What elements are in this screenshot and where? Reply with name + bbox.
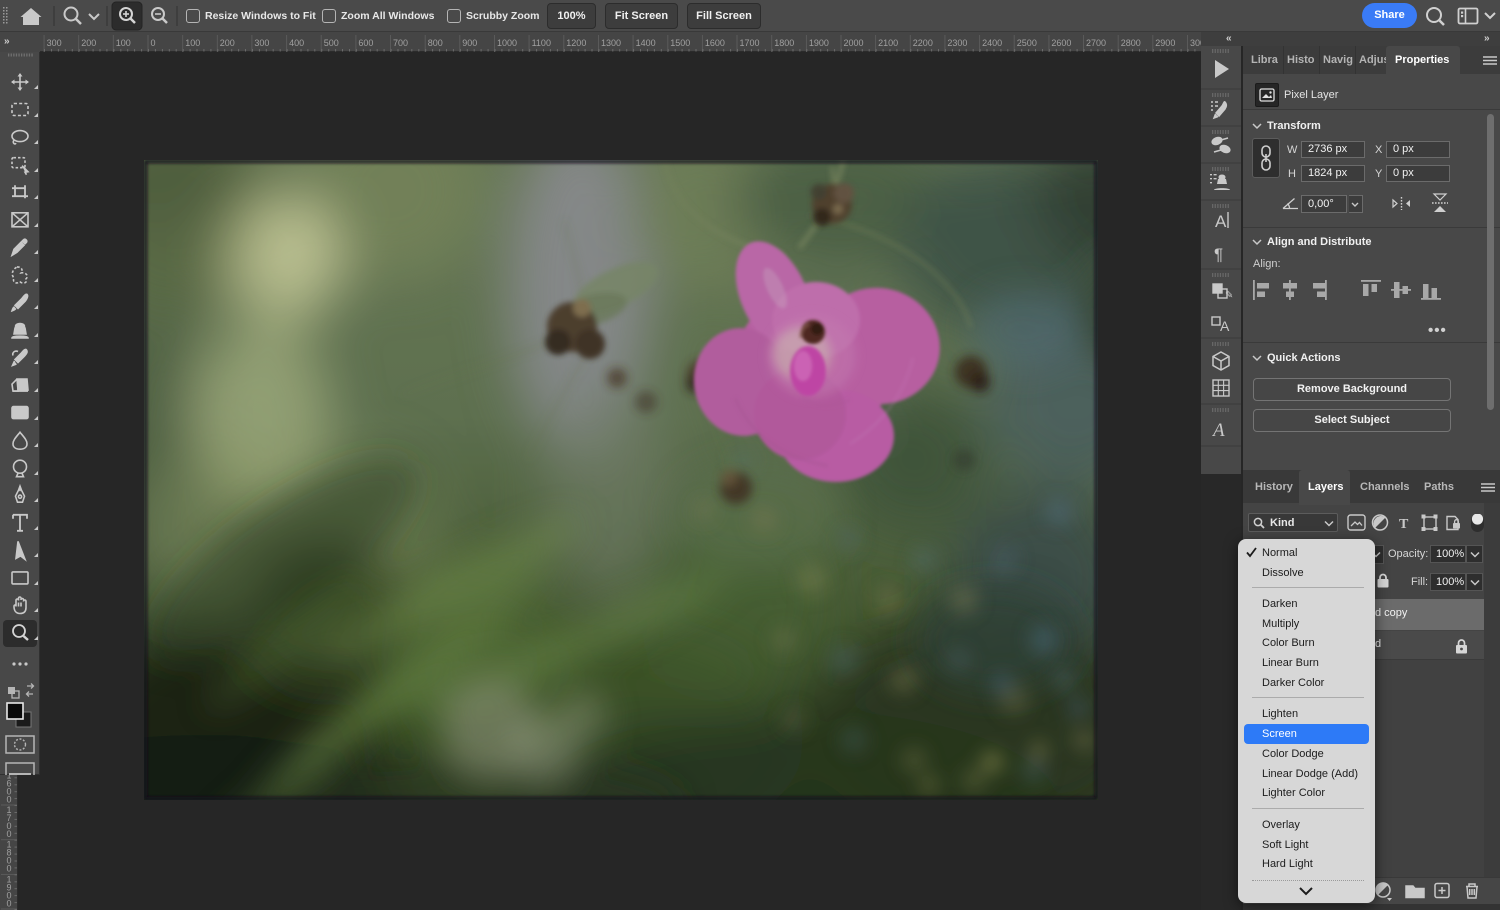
svg-text:200: 200: [81, 38, 96, 48]
svg-text:2600: 2600: [1051, 38, 1071, 48]
svg-text:0: 0: [6, 898, 11, 908]
svg-text:2400: 2400: [982, 38, 1002, 48]
svg-text:A: A: [1220, 318, 1230, 334]
svg-text:100: 100: [185, 38, 200, 48]
svg-text:100: 100: [116, 38, 131, 48]
svg-text:0: 0: [6, 864, 11, 874]
svg-text:1800: 1800: [774, 38, 794, 48]
svg-text:800: 800: [428, 38, 443, 48]
svg-text:1600: 1600: [705, 38, 725, 48]
svg-text:500: 500: [324, 38, 339, 48]
svg-text:1000: 1000: [497, 38, 517, 48]
svg-text:A: A: [1215, 212, 1227, 231]
svg-text:2700: 2700: [1086, 38, 1106, 48]
svg-text:400: 400: [289, 38, 304, 48]
svg-text:300: 300: [47, 38, 62, 48]
svg-text:0: 0: [6, 794, 11, 804]
svg-text:1200: 1200: [566, 38, 586, 48]
svg-text:2100: 2100: [878, 38, 898, 48]
svg-text:2500: 2500: [1017, 38, 1037, 48]
svg-text:0: 0: [6, 829, 11, 839]
svg-text:1100: 1100: [532, 38, 551, 48]
svg-text:2300: 2300: [947, 38, 967, 48]
svg-text:0: 0: [151, 38, 156, 48]
svg-text:2800: 2800: [1121, 38, 1141, 48]
svg-text:700: 700: [393, 38, 408, 48]
svg-text:1400: 1400: [636, 38, 656, 48]
svg-text:2200: 2200: [913, 38, 933, 48]
svg-text:1300: 1300: [601, 38, 621, 48]
svg-text:600: 600: [358, 38, 373, 48]
svg-text:900: 900: [462, 38, 477, 48]
svg-text:1900: 1900: [809, 38, 829, 48]
svg-text:3000: 3000: [1190, 38, 1201, 48]
svg-text:A: A: [1211, 420, 1225, 441]
svg-text:2000: 2000: [844, 38, 864, 48]
svg-text:¶: ¶: [1214, 245, 1223, 264]
svg-text:T: T: [1399, 517, 1409, 532]
svg-text:300: 300: [254, 38, 269, 48]
svg-text:200: 200: [220, 38, 235, 48]
svg-text:1700: 1700: [740, 38, 760, 48]
svg-text:2900: 2900: [1155, 38, 1175, 48]
svg-text:✎: ✎: [1225, 290, 1233, 301]
svg-text:1500: 1500: [670, 38, 690, 48]
